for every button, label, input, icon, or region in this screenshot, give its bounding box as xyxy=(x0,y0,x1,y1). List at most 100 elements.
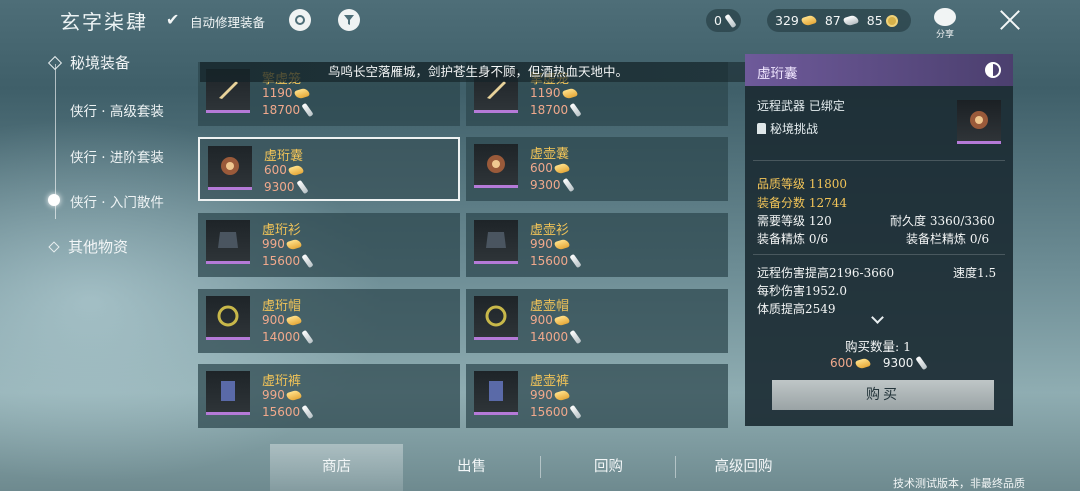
attr-dps: 每秒伤害1952.0 xyxy=(757,284,847,298)
share-icon xyxy=(934,8,956,26)
blade-icon xyxy=(569,329,582,345)
diamond-icon xyxy=(48,240,60,253)
detail-source: 秘境挑战 xyxy=(757,120,818,137)
blade-icon xyxy=(569,404,582,420)
tab-divider xyxy=(540,456,541,478)
item-price-gold: 1190 xyxy=(530,86,578,100)
currency-gold-value: 329 xyxy=(775,13,799,28)
diamond-icon xyxy=(47,55,63,70)
chevron-down-icon[interactable] xyxy=(871,311,884,324)
item-card[interactable]: 虚珩衫 990 15600 xyxy=(198,213,460,277)
item-thumbnail xyxy=(474,371,518,415)
item-thumbnail xyxy=(208,146,252,190)
gold-ingot-icon xyxy=(285,313,302,327)
item-price-gold: 990 xyxy=(262,237,302,251)
compare-toggle-icon[interactable] xyxy=(985,62,1001,78)
detail-item-type: 远程武器 已绑定 xyxy=(757,99,845,113)
auto-repair-label[interactable]: 自动修理装备 xyxy=(190,12,265,31)
item-name: 虚壶衫 xyxy=(530,223,570,238)
detail-header: 虚珩囊 xyxy=(745,54,1013,86)
currency-blade-balance: 0 xyxy=(706,9,741,32)
item-thumbnail xyxy=(206,296,250,340)
nav-sub-starter-items[interactable]: 侠行 · 入门散件 xyxy=(70,191,164,211)
gold-ingot-icon xyxy=(553,313,570,327)
gold-ingot-icon xyxy=(287,163,304,177)
item-card-selected[interactable]: 虚珩囊 600 9300 xyxy=(198,137,460,201)
item-thumbnail xyxy=(474,220,518,264)
nav-sub-advanced-set[interactable]: 侠行 · 高级套装 xyxy=(70,100,164,120)
pawn-icon xyxy=(757,123,766,134)
blade-icon xyxy=(295,179,309,195)
item-name: 虚珩衫 xyxy=(262,223,302,238)
share-button[interactable]: 分享 xyxy=(932,8,958,40)
nav-category-secret-gear[interactable]: 秘境装备 xyxy=(47,52,131,73)
blade-icon xyxy=(301,253,314,269)
item-price-blade: 15600 xyxy=(530,253,582,269)
item-name: 虚珩囊 xyxy=(264,149,304,164)
gold-ingot-icon xyxy=(553,237,570,251)
item-price-gold: 990 xyxy=(530,237,570,251)
close-icon[interactable] xyxy=(998,8,1022,32)
detail-title: 虚珩囊 xyxy=(757,66,798,82)
item-price-gold: 600 xyxy=(264,163,304,177)
currency-silver-value: 87 xyxy=(824,13,841,28)
divider xyxy=(753,254,1005,255)
item-card[interactable]: 虚壶衫 990 15600 xyxy=(466,213,728,277)
item-price-gold: 900 xyxy=(262,313,302,327)
filter-icon[interactable] xyxy=(338,9,360,31)
item-price-blade: 18700 xyxy=(530,102,582,118)
item-price-gold: 990 xyxy=(530,388,570,402)
blade-icon xyxy=(301,404,314,420)
tab-divider xyxy=(675,456,676,478)
tab-buyback[interactable]: 回购 xyxy=(542,444,675,491)
total-cost: 600 9300 xyxy=(830,355,929,371)
nav-sub-intermediate-set[interactable]: 侠行 · 进阶套装 xyxy=(70,146,164,166)
blade-icon xyxy=(915,355,929,371)
item-thumbnail xyxy=(474,144,518,188)
item-price-gold: 900 xyxy=(530,313,570,327)
cost-blade-value: 9300 xyxy=(882,356,914,370)
blade-icon xyxy=(301,102,314,118)
scrolling-banner: 鸟鸣长空落雁城，剑护苍生身不顾，但酒热血天地中。 xyxy=(200,62,780,82)
item-card[interactable]: 虚珩裤 990 15600 xyxy=(198,364,460,428)
blade-icon xyxy=(301,329,314,345)
silver-ingot-icon xyxy=(842,14,859,27)
tab-premium-buyback[interactable]: 高级回购 xyxy=(677,444,810,491)
item-card[interactable]: 虚珩帽 900 14000 xyxy=(198,289,460,353)
blade-icon xyxy=(569,102,582,118)
cost-gold-value: 600 xyxy=(830,356,853,370)
item-card[interactable]: 虚壶囊 600 9300 xyxy=(466,137,728,201)
quality-row: 品质等级 11800 xyxy=(757,177,848,191)
item-name: 虚壶囊 xyxy=(530,147,570,162)
gold-ingot-icon xyxy=(285,388,302,402)
active-indicator-icon xyxy=(48,194,60,206)
item-price-blade: 9300 xyxy=(530,177,575,193)
attr-speed: 速度1.5 xyxy=(953,266,997,280)
gold-ingot-icon xyxy=(285,237,302,251)
divider xyxy=(753,160,1005,161)
item-name: 虚壶帽 xyxy=(530,299,570,314)
currency-blade-value: 0 xyxy=(714,13,722,28)
item-detail-panel: 虚珩囊 远程武器 已绑定 秘境挑战 品质等级 11800 装备分数 12744 … xyxy=(745,54,1013,426)
share-label: 分享 xyxy=(935,30,954,40)
item-price-blade: 15600 xyxy=(262,404,314,420)
tab-shop[interactable]: 商店 xyxy=(270,444,403,491)
detail-item-icon xyxy=(957,100,1001,144)
nav-category-other-supplies[interactable]: 其他物资 xyxy=(48,236,128,257)
attr-ranged-damage: 远程伤害提高2196-3660 xyxy=(757,266,895,280)
required-level: 需要等级 120 xyxy=(757,214,832,228)
blade-icon xyxy=(569,253,582,269)
settings-gear-icon[interactable] xyxy=(289,9,311,31)
auto-repair-checkbox[interactable]: ✔ xyxy=(166,10,179,29)
item-thumbnail xyxy=(206,371,250,415)
nav-category-label: 秘境装备 xyxy=(70,54,131,72)
currency-coin-value: 85 xyxy=(866,13,883,28)
item-price-gold: 990 xyxy=(262,388,302,402)
buy-button[interactable]: 购买 xyxy=(772,380,994,410)
blade-icon xyxy=(561,177,575,193)
item-card[interactable]: 虚壶裤 990 15600 xyxy=(466,364,728,428)
item-price-blade: 18700 xyxy=(262,102,314,118)
item-card[interactable]: 虚壶帽 900 14000 xyxy=(466,289,728,353)
tab-sell[interactable]: 出售 xyxy=(405,444,538,491)
buy-quantity[interactable]: 购买数量: 1 xyxy=(845,336,911,355)
